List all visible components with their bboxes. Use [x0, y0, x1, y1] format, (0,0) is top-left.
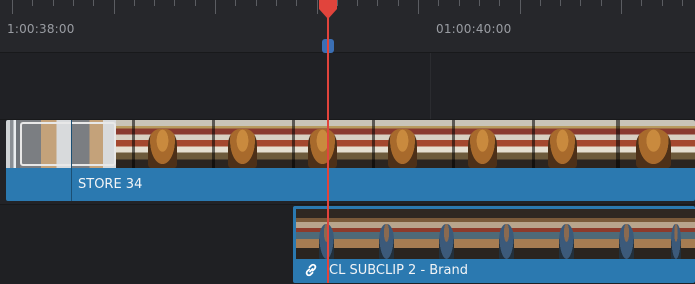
ruler-tick: [377, 0, 379, 6]
thumbnail-frame: [596, 120, 695, 168]
timecode-label-left: 1:00:38:00: [7, 22, 75, 36]
clip-store-34[interactable]: STORE 34: [6, 120, 695, 201]
ruler-tick: [681, 0, 683, 6]
ruler-tick: [296, 0, 298, 6]
ruler-tick: [133, 0, 135, 6]
clip-thumbnails: [6, 120, 695, 168]
thumbnail-frame: [356, 209, 416, 259]
ruler-tick: [275, 0, 277, 6]
ruler-tick: [499, 0, 501, 6]
clip-cl-subclip-2-brand[interactable]: CL SUBCLIP 2 - Brand: [293, 206, 695, 283]
ruler-ticks: [0, 0, 695, 20]
thumbnail-frame: [476, 209, 536, 259]
thumbnail-frame: [276, 120, 356, 168]
thumbnail-frame: [116, 120, 196, 168]
ruler-tick: [32, 0, 34, 6]
selected-frame-outline: [20, 122, 116, 166]
ruler-tick: [641, 0, 643, 6]
thumbnail-frame: [6, 120, 20, 168]
ruler-tick: [621, 0, 622, 14]
ruler-tick: [458, 0, 460, 6]
clip-thumbnails: [296, 209, 695, 259]
playhead-line[interactable]: [327, 10, 329, 283]
ruler-tick: [154, 0, 156, 6]
ruler-tick: [174, 0, 176, 6]
ruler-tick: [478, 0, 480, 6]
link-icon: [305, 263, 317, 277]
ruler-tick: [194, 0, 196, 6]
thumbnail-frame: [296, 209, 356, 259]
clip-name-label: STORE 34: [78, 177, 143, 192]
thumbnail-frame: [356, 120, 436, 168]
thumbnail-frame: [656, 209, 695, 259]
ruler-tick: [600, 0, 602, 6]
ruler-tick: [438, 0, 440, 6]
ruler-tick: [418, 0, 419, 14]
ruler-tick: [52, 0, 54, 6]
thumbnail-frame: [536, 209, 596, 259]
ruler-tick: [357, 0, 359, 6]
thumbnail-frame: [196, 120, 276, 168]
thumbnail-frame: [416, 209, 476, 259]
thumbnail-frame: [516, 120, 596, 168]
clip-name-label: CL SUBCLIP 2 - Brand: [329, 263, 468, 278]
timecode-label-right: 01:00:40:00: [436, 22, 512, 36]
ruler-tick: [519, 0, 521, 14]
ruler-tick: [661, 0, 663, 6]
ruler-tick: [93, 0, 95, 6]
ruler-tick: [72, 0, 74, 6]
ruler-tick: [113, 0, 115, 14]
edit-point[interactable]: [71, 120, 72, 201]
timecode-ruler[interactable]: 1:00:38:00 01:00:40:00: [0, 0, 695, 53]
ruler-tick: [539, 0, 541, 6]
ruler-tick: [255, 0, 257, 6]
ruler-tick: [215, 0, 216, 14]
track-lane-empty[interactable]: [0, 53, 695, 119]
ruler-tick: [12, 0, 13, 14]
ruler-gridline: [430, 53, 431, 119]
thumbnail-frame: [436, 120, 516, 168]
timeline-panel[interactable]: 1:00:38:00 01:00:40:00 STORE 34 CL SUBCL…: [0, 0, 695, 284]
ruler-tick: [560, 0, 562, 6]
playhead-handle[interactable]: [318, 0, 338, 20]
ruler-tick: [235, 0, 237, 6]
ruler-tick: [580, 0, 582, 6]
ruler-tick: [397, 0, 399, 6]
thumbnail-frame: [596, 209, 656, 259]
